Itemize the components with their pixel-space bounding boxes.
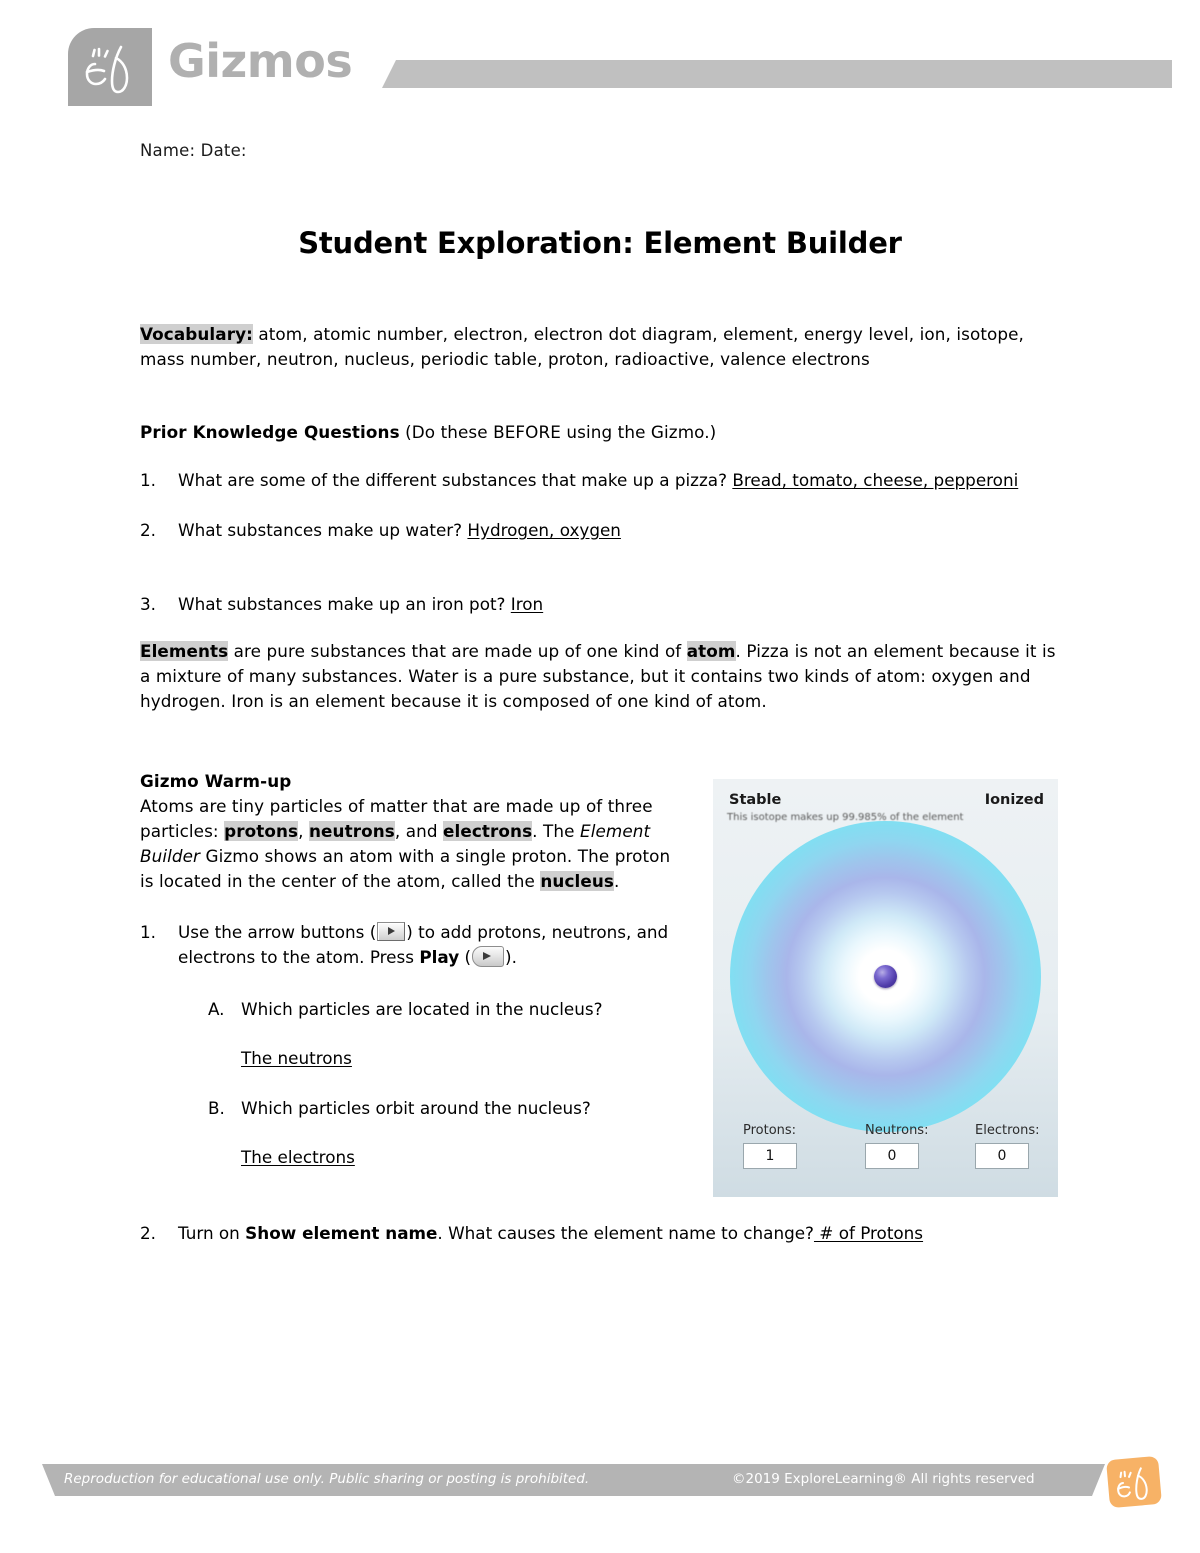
arrow-button-icon[interactable] <box>377 922 406 941</box>
gizmos-logo-tile <box>68 28 152 106</box>
warmup-subquestion-b: B. Which particles orbit around the nucl… <box>208 1096 680 1121</box>
warmup-heading: Gizmo Warm-up <box>140 771 292 791</box>
el-monogram-icon <box>1117 1467 1148 1500</box>
question-number: 1. <box>140 922 157 942</box>
prior-knowledge-heading-text: Prior Knowledge Questions <box>140 422 400 442</box>
warmup-section: Gizmo Warm-up Atoms are tiny particles o… <box>140 769 680 1170</box>
prior-question-3: 3. What substances make up an iron pot? … <box>140 592 1060 617</box>
question-number: 2. <box>140 1223 157 1243</box>
electrons-label: Electrons: <box>975 1123 1040 1138</box>
warmup-question-1: 1. Use the arrow buttons () to add proto… <box>140 920 680 970</box>
gizmo-screenshot-panel: Stable Ionized This isotope makes up 99.… <box>713 779 1058 1197</box>
warmup-question-2: 2. Turn on Show element name. What cause… <box>140 1221 1060 1246</box>
explorelearning-logo <box>1106 1455 1162 1509</box>
stable-label: Stable <box>729 792 782 808</box>
question-answer: Hydrogen, oxygen <box>467 520 621 540</box>
name-date-line: Name: Date: <box>140 141 247 160</box>
term-elements: Elements <box>140 641 229 661</box>
prior-question-1: 1. What are some of the different substa… <box>140 468 1060 493</box>
subquestion-answer: The electrons <box>241 1147 355 1167</box>
isotope-note: This isotope makes up 99.985% of the ele… <box>727 812 964 823</box>
warmup-answer-b: The electrons <box>208 1145 680 1170</box>
gizmos-wordmark: Gizmos <box>168 34 353 88</box>
vocabulary-paragraph: Vocabulary: atom, atomic number, electro… <box>140 322 1060 372</box>
term-nucleus: nucleus <box>540 871 614 891</box>
prior-knowledge-heading: Prior Knowledge Questions (Do these BEFO… <box>140 420 1060 445</box>
electrons-value[interactable]: 0 <box>975 1143 1029 1169</box>
warmup-q2-text-a: Turn on <box>178 1223 246 1243</box>
el-monogram-icon <box>85 45 129 94</box>
protons-control: Protons: 1 <box>743 1123 797 1169</box>
neutrons-control: Neutrons: 0 <box>865 1123 928 1169</box>
footer-banner-bar: Reproduction for educational use only. P… <box>42 1464 1105 1496</box>
page-header: Gizmos <box>0 0 1200 118</box>
term-neutrons: neutrons <box>309 821 395 841</box>
term-protons: protons <box>224 821 299 841</box>
question-answer: Bread, tomato, cheese, pepperoni <box>732 470 1019 490</box>
question-number: 2. <box>140 520 157 540</box>
warmup-q1-text-d: ). <box>505 947 517 967</box>
ionized-label: Ionized <box>984 792 1044 808</box>
question-number: 3. <box>140 594 157 614</box>
warmup-q2-text-b: . What causes the element name to change… <box>437 1223 814 1243</box>
subquestion-number: B. <box>208 1098 225 1118</box>
question-number: 1. <box>140 470 157 490</box>
vocabulary-label: Vocabulary: <box>140 324 253 344</box>
prior-knowledge-heading-note: (Do these BEFORE using the Gizmo.) <box>399 422 717 442</box>
electrons-control: Electrons: 0 <box>975 1123 1039 1169</box>
term-electrons: electrons <box>443 821 533 841</box>
warmup-part2: . The <box>532 821 580 841</box>
warmup-q1-text-c: ( <box>459 947 472 967</box>
neutrons-value[interactable]: 0 <box>865 1143 919 1169</box>
elements-paragraph: Elements are pure substances that are ma… <box>140 639 1060 714</box>
question-text: What substances make up an iron pot? <box>178 594 511 614</box>
footer-reproduction-notice: Reproduction for educational use only. P… <box>64 1471 590 1487</box>
warmup-q1-text-a: Use the arrow buttons ( <box>178 922 377 942</box>
warmup-sep1: , <box>298 821 310 841</box>
proton-particle <box>874 965 897 988</box>
warmup-paragraph: Atoms are tiny particles of matter that … <box>140 794 680 894</box>
question-answer: # of Protons <box>813 1223 924 1243</box>
atom-diagram <box>730 821 1041 1132</box>
warmup-sep2: , and <box>394 821 444 841</box>
footer-copyright: ©2019 ExploreLearning® All rights reserv… <box>732 1471 1035 1487</box>
subquestion-text: Which particles are located in the nucle… <box>241 999 603 1019</box>
warmup-subquestion-a: A. Which particles are located in the nu… <box>208 997 680 1022</box>
header-banner-bar <box>382 60 1172 88</box>
question-text: What substances make up water? <box>178 520 468 540</box>
show-element-name-term: Show element name <box>245 1223 438 1243</box>
question-text: What are some of the different substance… <box>178 470 733 490</box>
protons-label: Protons: <box>743 1123 797 1138</box>
vocabulary-terms: atom, atomic number, electron, electron … <box>140 324 1024 369</box>
question-answer: Iron <box>510 594 544 614</box>
play-button-icon[interactable] <box>472 946 505 967</box>
prior-question-2: 2. What substances make up water? Hydrog… <box>140 518 1060 543</box>
subquestion-number: A. <box>208 999 225 1019</box>
warmup-answer-a: The neutrons <box>208 1046 680 1071</box>
play-label: Play <box>419 947 460 967</box>
particle-controls: Protons: 1 Neutrons: 0 Electrons: 0 <box>713 1123 1058 1185</box>
subquestion-text: Which particles orbit around the nucleus… <box>241 1098 591 1118</box>
neutrons-label: Neutrons: <box>865 1123 929 1138</box>
subquestion-answer: The neutrons <box>241 1048 352 1068</box>
page-title: Student Exploration: Element Builder <box>298 226 902 260</box>
term-atom: atom <box>686 641 736 661</box>
page-footer: Reproduction for educational use only. P… <box>0 1452 1200 1512</box>
elements-paragraph-part1: are pure substances that are made up of … <box>228 641 687 661</box>
protons-value[interactable]: 1 <box>743 1143 797 1169</box>
warmup-part4: . <box>613 871 620 891</box>
